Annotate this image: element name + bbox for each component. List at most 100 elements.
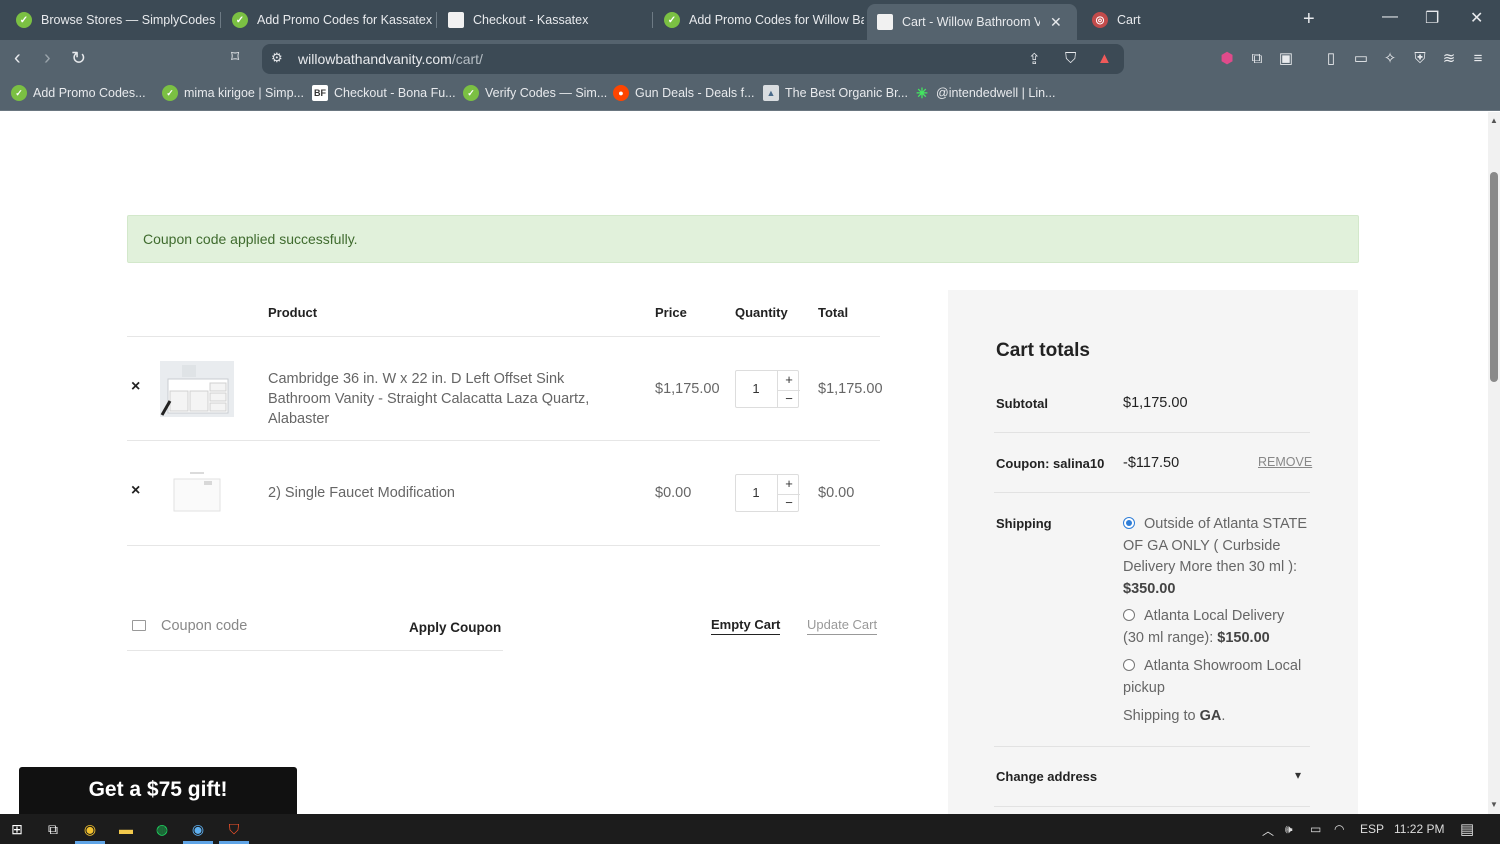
- quantity-value[interactable]: 1: [736, 381, 776, 396]
- decrease-quantity-button[interactable]: −: [778, 390, 800, 407]
- bookmark-item[interactable]: ✓ mima kirigoe | Simp...: [162, 85, 304, 101]
- empty-cart-button[interactable]: Empty Cart: [711, 617, 781, 635]
- radio-icon[interactable]: [1123, 609, 1135, 621]
- bookmark-item[interactable]: ▲ The Best Organic Br...: [763, 85, 908, 101]
- scroll-down-icon[interactable]: ▼: [1490, 800, 1498, 809]
- menu-icon[interactable]: ≡: [1469, 50, 1487, 68]
- forward-icon[interactable]: ›: [44, 48, 51, 68]
- reload-icon[interactable]: ↻: [71, 48, 86, 68]
- quantity-value[interactable]: 1: [736, 485, 776, 500]
- minimize-icon[interactable]: —: [1382, 8, 1398, 26]
- shipping-option-outside-atlanta[interactable]: Outside of Atlanta STATE OF GA ONLY ( Cu…: [1123, 514, 1308, 600]
- header-quantity: Quantity: [735, 305, 788, 320]
- restore-icon[interactable]: ❐: [1425, 8, 1439, 28]
- bookmark-item[interactable]: ✓ Verify Codes — Sim...: [463, 85, 607, 101]
- close-tab-icon[interactable]: ✕: [1050, 14, 1062, 31]
- cart-totals-panel: Cart totals Subtotal $1,175.00 Coupon: s…: [948, 290, 1358, 814]
- address-bar[interactable]: ⚙ willowbathandvanity.com/cart/ ⇪ ⛉ ▲: [262, 44, 1124, 74]
- brave-icon[interactable]: ⛉: [225, 820, 243, 838]
- update-cart-button[interactable]: Update Cart: [807, 617, 878, 635]
- product-name[interactable]: Cambridge 36 in. W x 22 in. D Left Offse…: [268, 369, 628, 429]
- extensions-icon[interactable]: ⧉: [1248, 50, 1266, 68]
- task-view-icon[interactable]: ⧉: [44, 820, 62, 838]
- simplycodes-icon: ✓: [664, 12, 680, 28]
- gift-promo-banner[interactable]: Get a $75 gift!: [19, 767, 297, 814]
- remove-coupon-link[interactable]: REMOVE: [1258, 455, 1312, 469]
- bookmark-label: Checkout - Bona Fu...: [334, 86, 456, 100]
- clock[interactable]: 11:22 PM: [1394, 822, 1444, 836]
- close-window-icon[interactable]: ✕: [1470, 8, 1483, 28]
- decrease-quantity-button[interactable]: −: [778, 494, 800, 511]
- scroll-up-icon[interactable]: ▲: [1490, 116, 1498, 125]
- willow-icon: [877, 14, 893, 30]
- simplycodes-icon: ✓: [232, 12, 248, 28]
- vanity-product-image[interactable]: [160, 361, 234, 417]
- bookmark-item[interactable]: ✳ @intendedwell | Lin...: [914, 85, 1055, 101]
- increase-quantity-button[interactable]: +: [778, 476, 800, 491]
- remove-item-button[interactable]: ×: [131, 378, 140, 396]
- stepper-controls: + −: [777, 371, 800, 407]
- vpn-icon[interactable]: ⛨: [1411, 50, 1429, 68]
- bookmark-item[interactable]: BF Checkout - Bona Fu...: [312, 85, 456, 101]
- brave-shields-icon[interactable]: ⛉: [1065, 50, 1076, 67]
- leo-ai-icon[interactable]: ✧: [1381, 50, 1399, 68]
- windows-start-icon[interactable]: ⊞: [8, 820, 26, 838]
- spotify-icon[interactable]: ◍: [153, 820, 171, 838]
- shipping-option-price: $150.00: [1217, 629, 1270, 646]
- page-icon: [448, 12, 464, 28]
- tab-cart[interactable]: ◎ Cart: [1082, 4, 1292, 36]
- bookmark-item[interactable]: ● Gun Deals - Deals f...: [613, 85, 755, 101]
- quantity-stepper[interactable]: 1 + −: [735, 370, 800, 408]
- bookmark-item[interactable]: ✓ Add Promo Codes...: [11, 85, 146, 101]
- shipping-option-showroom-pickup[interactable]: Atlanta Showroom Local pickup: [1123, 656, 1308, 699]
- wallet-icon[interactable]: ▭: [1352, 50, 1370, 68]
- stepper-controls: + −: [777, 475, 800, 511]
- volume-icon[interactable]: 🕪: [1285, 822, 1293, 837]
- quantity-stepper[interactable]: 1 + −: [735, 474, 800, 512]
- battery-icon[interactable]: ▭: [1310, 822, 1321, 836]
- file-explorer-icon[interactable]: ▬: [117, 820, 135, 838]
- coupon-code-input[interactable]: Coupon code: [161, 618, 247, 634]
- remove-item-button[interactable]: ×: [131, 482, 140, 500]
- bookmark-icon[interactable]: ⌑: [231, 48, 239, 68]
- site-settings-icon[interactable]: ⚙: [271, 50, 283, 66]
- faucet-product-image[interactable]: [160, 465, 234, 521]
- page-scrollbar[interactable]: ▲ ▼: [1488, 112, 1500, 814]
- coupon-label: Coupon: salina10: [996, 456, 1105, 471]
- share-icon[interactable]: ⇪: [1028, 50, 1041, 68]
- tab-add-promo-kassatex[interactable]: ✓ Add Promo Codes for Kassatex: [222, 4, 432, 36]
- subtotal-label: Subtotal: [996, 396, 1048, 411]
- tab-title: Cart - Willow Bathroom Var: [902, 15, 1040, 29]
- new-tab-icon[interactable]: +: [1303, 8, 1315, 31]
- tab-add-promo-willow[interactable]: ✓ Add Promo Codes for Willow Ba: [654, 4, 864, 36]
- divider: [127, 336, 880, 337]
- divider: [994, 806, 1310, 807]
- input-language[interactable]: ESP: [1360, 822, 1384, 836]
- product-name[interactable]: 2) Single Faucet Modification: [268, 483, 628, 503]
- simplycodes-icon: ✓: [162, 85, 178, 101]
- sidebar-icon[interactable]: ▯: [1322, 50, 1340, 68]
- shipping-option-local-delivery[interactable]: Atlanta Local Delivery (30 ml range): $1…: [1123, 606, 1308, 649]
- tray-overflow-icon[interactable]: ︿: [1262, 822, 1274, 839]
- chrome-profile-icon[interactable]: ◉: [189, 820, 207, 838]
- chevron-down-icon[interactable]: ▾: [1295, 768, 1301, 782]
- radio-selected-icon[interactable]: [1123, 517, 1135, 529]
- chrome-icon[interactable]: ◉: [81, 820, 99, 838]
- change-address-toggle[interactable]: Change address: [996, 769, 1097, 784]
- notifications-icon[interactable]: ▤: [1460, 820, 1474, 838]
- scrollbar-thumb[interactable]: [1490, 172, 1498, 382]
- news-icon[interactable]: ≋: [1440, 50, 1458, 68]
- bookmark-label: Gun Deals - Deals f...: [635, 86, 755, 100]
- brave-rewards-icon[interactable]: ▲: [1097, 50, 1112, 67]
- tab-cart-willow[interactable]: Cart - Willow Bathroom Var ✕: [867, 4, 1077, 40]
- radio-icon[interactable]: [1123, 659, 1135, 671]
- ublock-icon[interactable]: ⬢: [1218, 50, 1236, 68]
- network-icon[interactable]: ◠: [1334, 822, 1344, 836]
- simplycodes-icon: ✓: [463, 85, 479, 101]
- tab-browse-stores[interactable]: ✓ Browse Stores — SimplyCodes: [6, 4, 216, 36]
- increase-quantity-button[interactable]: +: [778, 372, 800, 387]
- tab-checkout-kassatex[interactable]: Checkout - Kassatex: [438, 4, 648, 36]
- reader-icon[interactable]: ▣: [1277, 50, 1295, 68]
- back-icon[interactable]: ‹: [14, 48, 21, 68]
- apply-coupon-button[interactable]: Apply Coupon: [409, 620, 501, 635]
